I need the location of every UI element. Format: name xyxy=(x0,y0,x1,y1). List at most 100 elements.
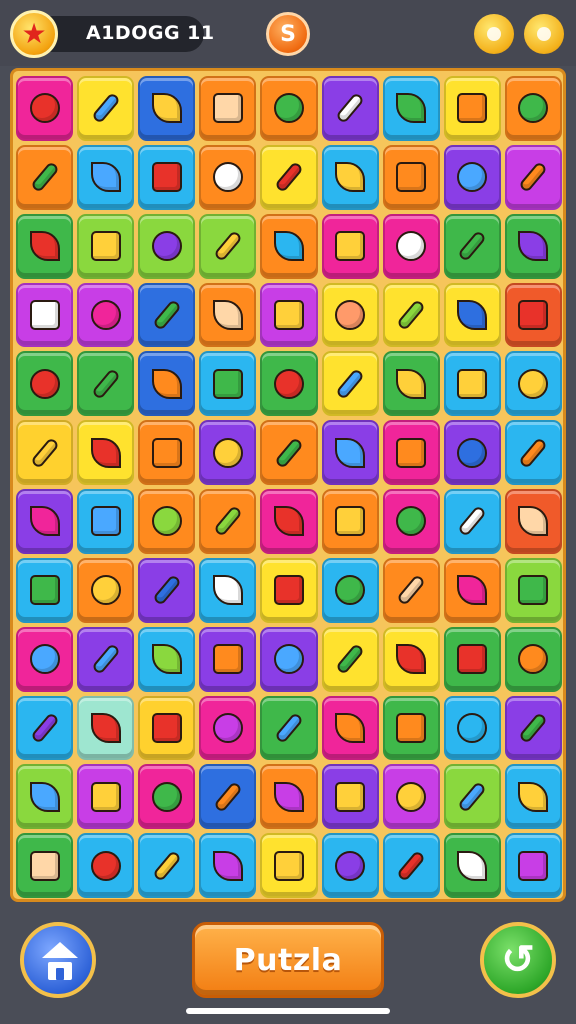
puzzle-tile[interactable] xyxy=(443,351,501,417)
puzzle-tile[interactable] xyxy=(77,695,135,761)
puzzle-tile[interactable] xyxy=(382,76,440,141)
puzzle-tile[interactable] xyxy=(260,420,318,485)
puzzle-tile[interactable] xyxy=(199,833,257,898)
puzzle-tile[interactable] xyxy=(77,489,135,554)
puzzle-tile[interactable] xyxy=(77,282,135,348)
puzzle-tile[interactable] xyxy=(138,351,196,417)
puzzle-tile[interactable] xyxy=(321,213,379,279)
puzzle-tile[interactable] xyxy=(260,489,318,554)
puzzle-tile[interactable] xyxy=(138,420,196,485)
puzzle-tile[interactable] xyxy=(382,420,440,485)
puzzle-tile[interactable] xyxy=(504,213,562,279)
puzzle-tile[interactable] xyxy=(504,695,562,761)
puzzle-tile[interactable] xyxy=(77,213,135,279)
puzzle-tile[interactable] xyxy=(16,557,74,623)
puzzle-tile[interactable] xyxy=(138,213,196,279)
puzzle-tile[interactable] xyxy=(321,76,379,141)
star-icon[interactable]: ★ xyxy=(10,10,58,58)
puzzle-tile[interactable] xyxy=(16,213,74,279)
puzzle-tile[interactable] xyxy=(321,420,379,485)
puzzle-tile[interactable] xyxy=(260,833,318,898)
puzzle-tile[interactable] xyxy=(77,351,135,417)
home-button[interactable] xyxy=(20,922,96,998)
puzzle-tile[interactable] xyxy=(321,626,379,692)
puzzle-tile[interactable] xyxy=(16,420,74,485)
coin-icon[interactable]: S xyxy=(266,12,310,56)
puzzle-tile[interactable] xyxy=(16,351,74,417)
puzzle-tile[interactable] xyxy=(77,764,135,830)
puzzle-tile[interactable] xyxy=(382,695,440,761)
puzzle-tile[interactable] xyxy=(199,626,257,692)
puzzle-tile[interactable] xyxy=(77,626,135,692)
puzzle-tile[interactable] xyxy=(138,282,196,348)
puzzle-tile[interactable] xyxy=(443,764,501,830)
puzzle-tile[interactable] xyxy=(16,282,74,348)
puzzle-tile[interactable] xyxy=(382,764,440,830)
puzzle-tile[interactable] xyxy=(504,76,562,141)
puzzle-tile[interactable] xyxy=(77,420,135,485)
puzzle-tile[interactable] xyxy=(138,557,196,623)
puzzle-tile[interactable] xyxy=(16,76,74,141)
puzzle-tile[interactable] xyxy=(504,282,562,348)
puzzle-tile[interactable] xyxy=(199,695,257,761)
puzzle-tile[interactable] xyxy=(382,557,440,623)
undo-button[interactable]: ↺ xyxy=(480,922,556,998)
puzzle-tile[interactable] xyxy=(16,144,74,210)
puzzle-tile[interactable] xyxy=(321,282,379,348)
puzzle-tile[interactable] xyxy=(321,144,379,210)
puzzle-tile[interactable] xyxy=(443,76,501,141)
puzzle-tile[interactable] xyxy=(260,76,318,141)
puzzle-tile[interactable] xyxy=(16,626,74,692)
puzzle-tile[interactable] xyxy=(443,833,501,898)
puzzle-tile[interactable] xyxy=(77,144,135,210)
puzzle-tile[interactable] xyxy=(382,489,440,554)
puzzle-tile[interactable] xyxy=(260,213,318,279)
puzzle-tile[interactable] xyxy=(382,833,440,898)
puzzle-tile[interactable] xyxy=(382,351,440,417)
puzzle-tile[interactable] xyxy=(199,420,257,485)
puzzle-tile[interactable] xyxy=(138,76,196,141)
puzzle-tile[interactable] xyxy=(443,213,501,279)
puzzle-tile[interactable] xyxy=(138,764,196,830)
puzzle-tile[interactable] xyxy=(138,144,196,210)
puzzle-tile[interactable] xyxy=(504,833,562,898)
puzzle-button[interactable]: Putzla xyxy=(192,922,384,998)
puzzle-tile[interactable] xyxy=(260,144,318,210)
puzzle-tile[interactable] xyxy=(321,764,379,830)
puzzle-tile[interactable] xyxy=(260,557,318,623)
puzzle-tile[interactable] xyxy=(504,420,562,485)
puzzle-tile[interactable] xyxy=(443,695,501,761)
puzzle-tile[interactable] xyxy=(199,351,257,417)
puzzle-tile[interactable] xyxy=(138,695,196,761)
puzzle-tile[interactable] xyxy=(199,282,257,348)
puzzle-tile[interactable] xyxy=(138,626,196,692)
puzzle-tile[interactable] xyxy=(382,626,440,692)
puzzle-tile[interactable] xyxy=(199,144,257,210)
puzzle-tile[interactable] xyxy=(443,489,501,554)
puzzle-tile[interactable] xyxy=(138,833,196,898)
puzzle-tile[interactable] xyxy=(504,557,562,623)
puzzle-tile[interactable] xyxy=(321,489,379,554)
puzzle-tile[interactable] xyxy=(443,420,501,485)
puzzle-tile[interactable] xyxy=(199,489,257,554)
puzzle-tile[interactable] xyxy=(443,626,501,692)
gear-icon[interactable] xyxy=(474,14,514,54)
puzzle-tile[interactable] xyxy=(504,626,562,692)
puzzle-tile[interactable] xyxy=(382,213,440,279)
puzzle-tile[interactable] xyxy=(260,695,318,761)
puzzle-tile[interactable] xyxy=(504,144,562,210)
gear-icon[interactable] xyxy=(524,14,564,54)
puzzle-tile[interactable] xyxy=(382,144,440,210)
puzzle-tile[interactable] xyxy=(321,833,379,898)
puzzle-tile[interactable] xyxy=(199,76,257,141)
puzzle-tile[interactable] xyxy=(504,489,562,554)
puzzle-tile[interactable] xyxy=(138,489,196,554)
puzzle-tile[interactable] xyxy=(77,557,135,623)
puzzle-tile[interactable] xyxy=(260,764,318,830)
puzzle-tile[interactable] xyxy=(260,351,318,417)
puzzle-tile[interactable] xyxy=(504,764,562,830)
puzzle-tile[interactable] xyxy=(443,144,501,210)
puzzle-tile[interactable] xyxy=(321,695,379,761)
puzzle-tile[interactable] xyxy=(77,833,135,898)
puzzle-tile[interactable] xyxy=(504,351,562,417)
